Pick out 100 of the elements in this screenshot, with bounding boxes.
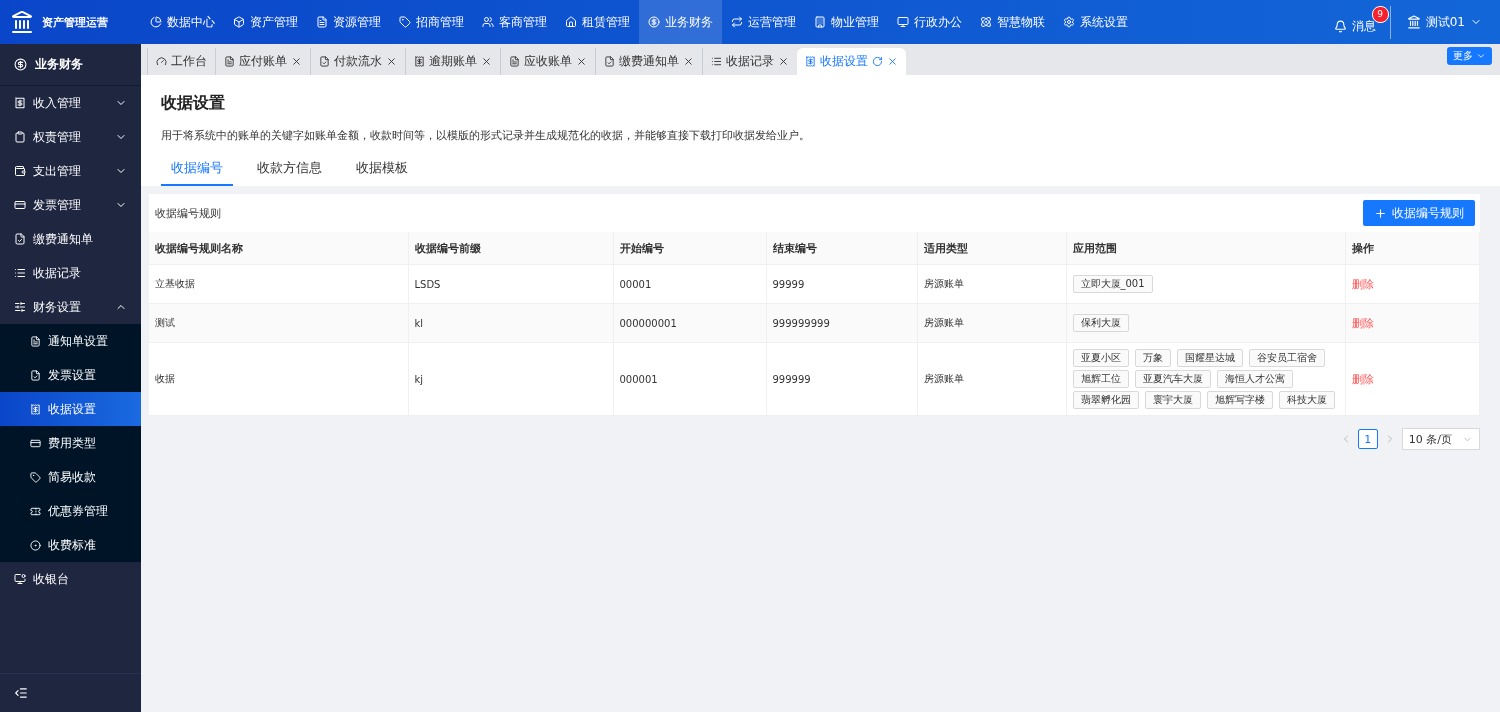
- scope-tag: 亚夏汽车大厦: [1134, 370, 1211, 388]
- receipt-icon: [30, 403, 41, 415]
- box-icon: [233, 16, 245, 28]
- sidebar-item[interactable]: 财务设置: [0, 290, 141, 324]
- column-header: 开始编号: [613, 232, 766, 265]
- sidebar-subitem[interactable]: 收费标准: [0, 528, 141, 562]
- scope-tag: 旭辉写字楼: [1206, 391, 1273, 409]
- nav-item[interactable]: 系统设置: [1054, 0, 1137, 44]
- column-header: 结束编号: [766, 232, 917, 265]
- wallet-icon: [14, 165, 26, 177]
- nav-item[interactable]: 客商管理: [473, 0, 556, 44]
- nav-item[interactable]: 行政办公: [888, 0, 971, 44]
- sidebar-subitem[interactable]: 费用类型: [0, 426, 141, 460]
- bell-icon: [1333, 19, 1347, 33]
- scope-tag: 翡翠孵化园: [1072, 391, 1139, 409]
- ticket-icon: [30, 505, 41, 517]
- plus-icon: [1374, 206, 1387, 220]
- column-header: 收据编号规则名称: [149, 232, 408, 265]
- table-cell: 收据: [149, 342, 408, 416]
- receipt-icon: [805, 56, 816, 67]
- nav-item[interactable]: 运营管理: [722, 0, 805, 44]
- bank-icon: [1406, 15, 1421, 29]
- sub-tab[interactable]: 收据模板: [346, 159, 418, 186]
- table-cell: 房源账单: [917, 303, 1066, 343]
- table-cell: 房源账单: [917, 342, 1066, 416]
- building-icon: [814, 16, 826, 28]
- user-menu[interactable]: 测试01: [1390, 13, 1500, 31]
- scope-tag: 谷安员工宿舍: [1248, 349, 1325, 367]
- collapse-menu-icon[interactable]: [14, 686, 28, 700]
- tag-icon: [30, 471, 41, 483]
- sidebar-item[interactable]: 权责管理: [0, 120, 141, 154]
- table-cell: 房源账单: [917, 264, 1066, 304]
- sidebar-item[interactable]: 缴费通知单: [0, 222, 141, 256]
- close-icon[interactable]: [683, 56, 694, 67]
- column-header: 操作: [1345, 232, 1480, 265]
- document-icon: [316, 16, 328, 28]
- close-icon[interactable]: [291, 56, 302, 67]
- scope-tag: 保利大厦: [1072, 314, 1129, 332]
- document-icon: [509, 56, 520, 67]
- table-cell: 00001: [613, 264, 766, 304]
- sidebar-item[interactable]: 收银台: [0, 562, 141, 596]
- refresh-icon[interactable]: [872, 56, 883, 67]
- scope-tag: 旭辉工位: [1072, 370, 1129, 388]
- document-icon: [319, 56, 330, 67]
- nav-item[interactable]: 业务财务: [639, 0, 722, 44]
- chevron-down-icon: [1476, 51, 1486, 61]
- sidebar-item[interactable]: 发票管理: [0, 188, 141, 222]
- app-title: 资产管理运营: [42, 14, 108, 30]
- monitor-icon: [897, 16, 909, 28]
- card-icon: [30, 437, 41, 449]
- table-cell: 99999: [766, 264, 917, 304]
- sub-tab[interactable]: 收据编号: [161, 159, 233, 186]
- sidebar-subitem[interactable]: 发票设置: [0, 358, 141, 392]
- page-tab[interactable]: 收据设置: [797, 48, 906, 75]
- sidebar-subitem[interactable]: 通知单设置: [0, 324, 141, 358]
- page-title: 收据设置: [161, 93, 226, 114]
- sidebar-item[interactable]: 收据记录: [0, 256, 141, 290]
- table-cell: 999999: [766, 342, 917, 416]
- gear-icon: [1063, 16, 1075, 28]
- section-title: 收据编号规则: [155, 205, 221, 221]
- nav-item[interactable]: 招商管理: [390, 0, 473, 44]
- close-icon[interactable]: [481, 56, 492, 67]
- nav-item[interactable]: 智慧物联: [971, 0, 1054, 44]
- repeat-icon: [731, 16, 743, 28]
- document-icon: [30, 335, 41, 347]
- table-cell: 测试: [149, 303, 408, 343]
- table-cell: kj: [408, 342, 613, 416]
- add-rule-button[interactable]: 收据编号规则: [1363, 200, 1475, 226]
- gauge-icon: [156, 56, 167, 67]
- more-button[interactable]: 更多: [1447, 47, 1492, 65]
- dollar-circle-icon: [14, 58, 27, 71]
- nav-item[interactable]: 资产管理: [224, 0, 307, 44]
- messages-link[interactable]: 消息 9: [1333, 5, 1391, 39]
- document-icon: [14, 233, 26, 245]
- sidebar-subitem[interactable]: 优惠券管理: [0, 494, 141, 528]
- page-size-select[interactable]: 10 条/页: [1401, 428, 1480, 450]
- close-icon[interactable]: [386, 56, 397, 67]
- table-cell: 000001: [613, 342, 766, 416]
- sidebar-item[interactable]: 收入管理: [0, 86, 141, 120]
- bank-logo-icon: [10, 10, 34, 34]
- document-icon: [604, 56, 615, 67]
- nav-item[interactable]: 资源管理: [307, 0, 390, 44]
- sidebar-subitem[interactable]: 简易收款: [0, 460, 141, 494]
- receipt-icon: [414, 56, 425, 67]
- scope-tag: 立即大厦_001: [1072, 275, 1153, 293]
- sidebar-subitem[interactable]: 收据设置: [0, 392, 141, 426]
- sub-tab[interactable]: 收款方信息: [247, 159, 332, 186]
- column-header: 应用范围: [1066, 232, 1345, 265]
- tag-icon: [399, 16, 411, 28]
- close-icon[interactable]: [887, 56, 898, 67]
- close-icon[interactable]: [576, 56, 587, 67]
- sliders-icon: [14, 301, 26, 313]
- nav-item[interactable]: 物业管理: [805, 0, 888, 44]
- nav-item[interactable]: 数据中心: [141, 0, 224, 44]
- close-icon[interactable]: [778, 56, 789, 67]
- sidebar-item[interactable]: 支出管理: [0, 154, 141, 188]
- page-number[interactable]: 1: [1357, 429, 1378, 449]
- table-cell: 999999999: [766, 303, 917, 343]
- nav-item[interactable]: 租赁管理: [556, 0, 639, 44]
- scope-tag: 科技大厦: [1278, 391, 1335, 409]
